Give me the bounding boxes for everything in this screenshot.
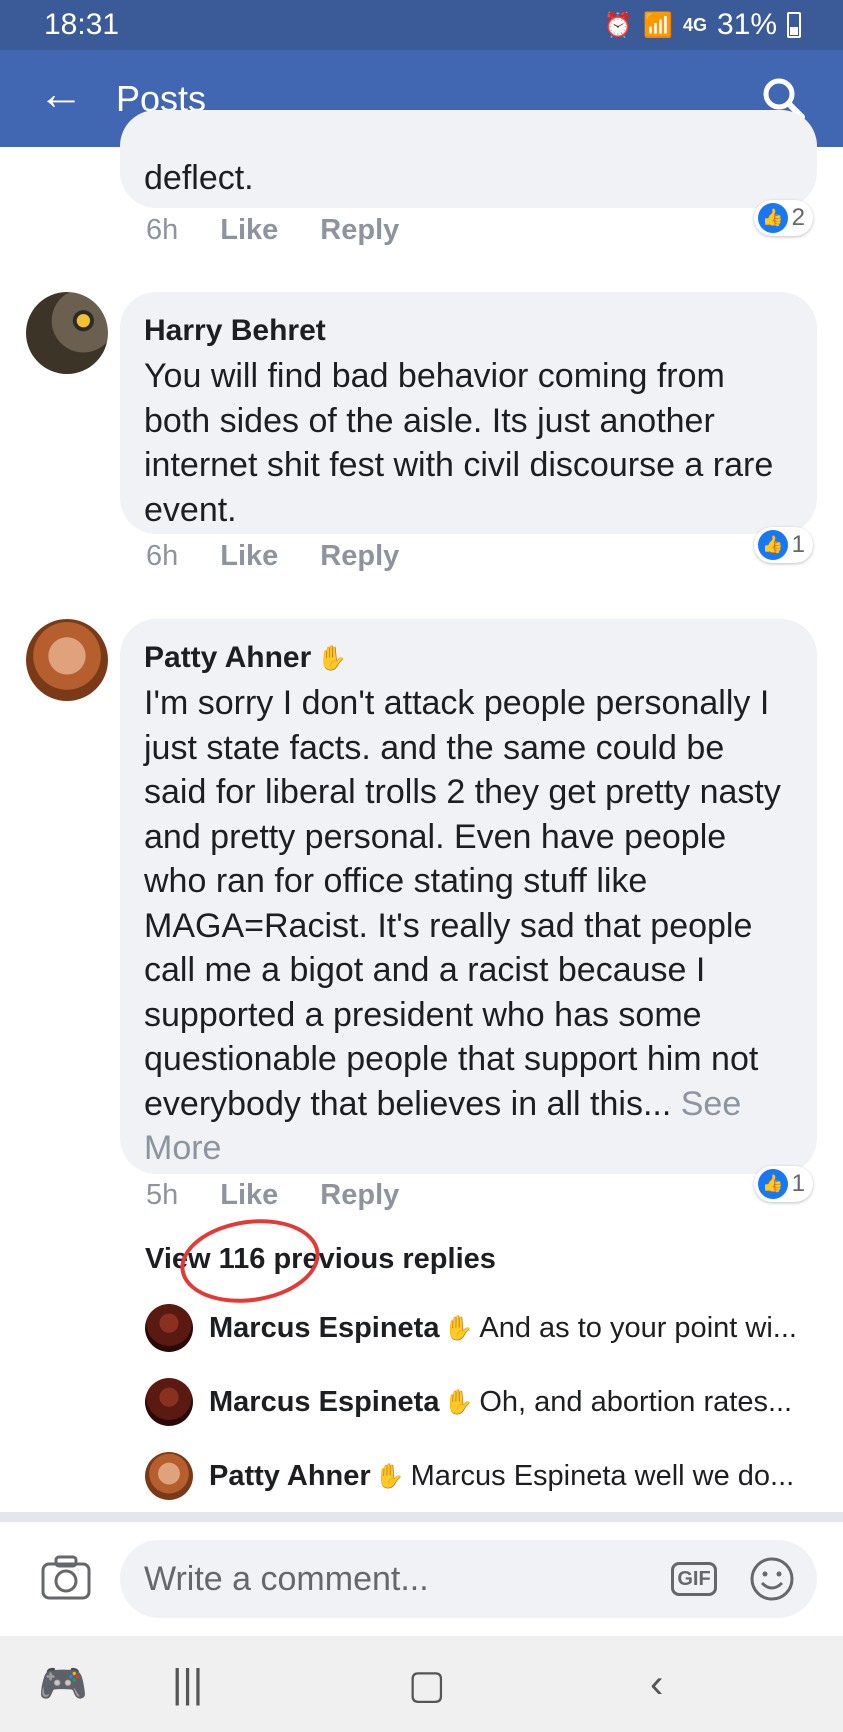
reply-button[interactable]: Reply [320,540,399,573]
battery-label: 31% [716,8,777,41]
comment-bubble[interactable]: Patty Ahner ✋ I'm sorry I don't attack pe… [120,619,817,1174]
like-button[interactable]: Like [220,1179,278,1212]
comment-meta: 6h Like Reply [146,540,399,573]
comment-time: 6h [146,214,179,246]
wifi-icon: 📶 [643,11,673,39]
comment-composer: Write a comment... GIF [0,1522,843,1636]
reply-author[interactable]: Patty Ahner [209,1460,371,1493]
game-launcher-icon[interactable]: 🎮 [38,1660,88,1707]
comment-placeholder: Write a comment... [144,1559,429,1598]
like-button[interactable]: Like [220,540,278,573]
avatar[interactable] [26,292,108,374]
emoji-icon[interactable] [749,1556,795,1602]
wave-icon: ✋ [374,1462,405,1490]
avatar[interactable] [145,1378,193,1426]
comment-meta: 5h Like Reply [146,1179,399,1212]
comment-time: 6h [146,540,179,572]
comment-author[interactable]: Patty Ahner ✋ [144,641,793,675]
reply-item[interactable]: Patty Ahner ✋ Marcus Espineta well we do… [145,1451,794,1501]
back-arrow-icon[interactable]: ← [38,70,84,116]
reaction-number: 1 [791,1170,805,1197]
like-button[interactable]: Like [220,214,278,247]
avatar[interactable] [26,619,108,701]
wave-icon: ✋ [443,1314,474,1342]
avatar[interactable] [145,1452,193,1500]
back-nav-icon[interactable]: ‹ [650,1662,663,1707]
avatar[interactable] [145,1304,193,1352]
comment-author[interactable]: Harry Behret [144,314,793,348]
comment-input[interactable]: Write a comment... GIF [120,1540,817,1618]
reaction-number: 2 [791,204,805,231]
comment-text: deflect. [144,159,254,197]
reply-item[interactable]: Marcus Espineta ✋ And as to your point w… [145,1303,797,1353]
like-icon: 👍 [757,203,788,233]
wave-icon: ✋ [317,644,348,672]
reply-author[interactable]: Marcus Espineta [209,1386,439,1419]
like-icon: 👍 [757,530,788,560]
reply-author[interactable]: Marcus Espineta [209,1312,439,1345]
status-bar: 18:31 ⏰ 📶 4G 31% [0,0,843,50]
comment-bubble[interactable]: deflect. [120,110,817,208]
comment-text: I'm sorry I don't attack people personal… [144,684,781,1167]
reply-preview: Oh, and abortion rates... [479,1385,793,1418]
comment-bubble[interactable]: Harry Behret You will find bad behavior … [120,292,817,534]
reply-preview: Marcus Espineta well we do... [410,1459,795,1492]
network-label: 4G [682,14,707,35]
reply-button[interactable]: Reply [320,214,399,247]
reply-item[interactable]: Marcus Espineta ✋ Oh, and abortion rates… [145,1377,792,1427]
reaction-number: 1 [791,531,805,558]
divider [0,1512,843,1522]
red-circle-annotation [174,1210,326,1312]
reply-button[interactable]: Reply [320,1179,399,1212]
comment-time: 5h [146,1179,179,1211]
reaction-count[interactable]: 👍 1 [753,527,813,563]
recent-apps-icon[interactable]: ||| [172,1662,203,1707]
system-nav-bar: 🎮 ||| ▢ ‹ [0,1636,843,1732]
camera-icon[interactable] [40,1552,92,1604]
reaction-count[interactable]: 👍 2 [753,200,813,236]
reply-preview: And as to your point wi... [479,1311,797,1344]
home-icon[interactable]: ▢ [408,1662,446,1708]
wave-icon: ✋ [443,1388,474,1416]
comment-meta: 6h Like Reply [146,214,399,247]
reaction-count[interactable]: 👍 1 [753,1166,813,1202]
like-icon: 👍 [757,1169,788,1199]
status-time: 18:31 [44,8,120,41]
battery-icon [787,12,801,38]
alarm-icon: ⏰ [603,11,634,39]
comment-text: You will find bad behavior coming from b… [144,357,774,529]
gif-button[interactable]: GIF [671,1562,717,1596]
status-icons: ⏰ 📶 4G 31% [603,8,801,42]
